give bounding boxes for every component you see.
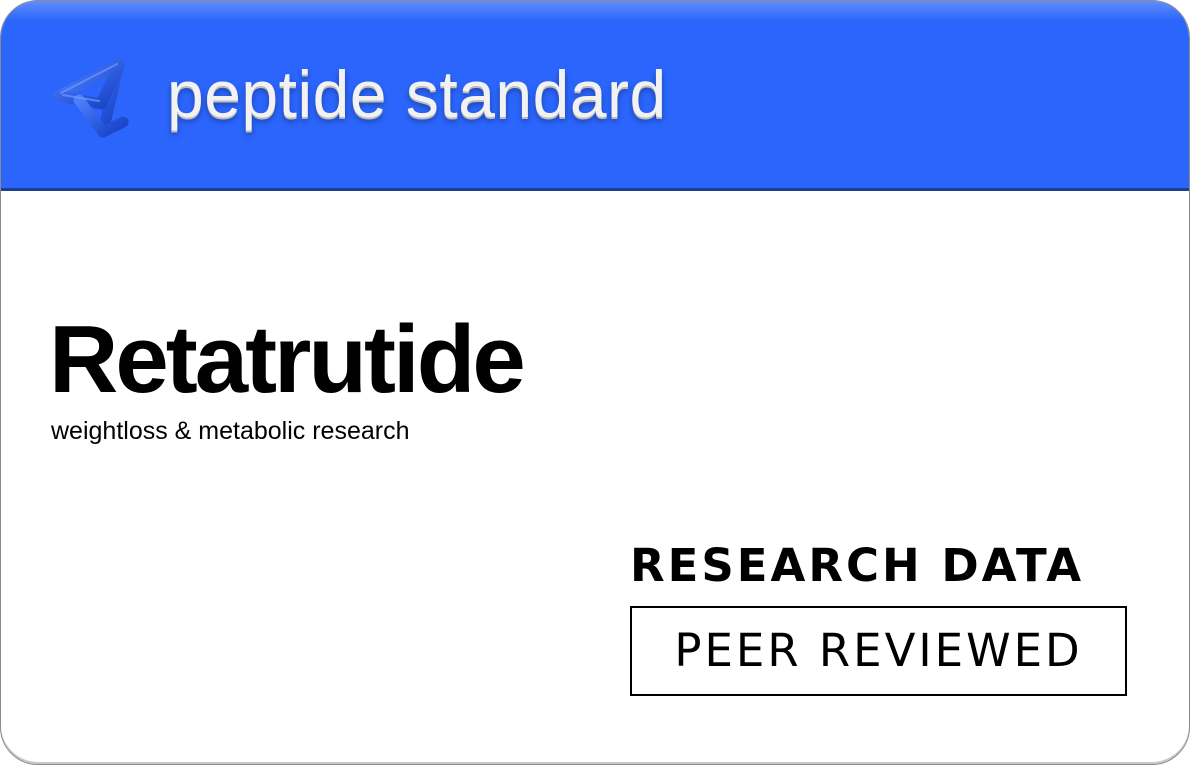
product-subtitle: weightloss & metabolic research (51, 417, 410, 445)
research-data-heading: RESEARCH DATA (630, 539, 1085, 592)
label-card: peptide standard Retatrutide weightloss … (0, 0, 1190, 765)
product-title: Retatrutide (49, 306, 526, 413)
brand-name: peptide standard (167, 57, 667, 131)
brand-header: peptide standard (1, 1, 1189, 191)
peer-reviewed-label: PEER REVIEWED (674, 624, 1083, 677)
peptide-standard-logo-icon (49, 56, 133, 140)
peer-reviewed-badge: PEER REVIEWED (630, 606, 1127, 696)
header-gloss (1, 1, 1189, 21)
